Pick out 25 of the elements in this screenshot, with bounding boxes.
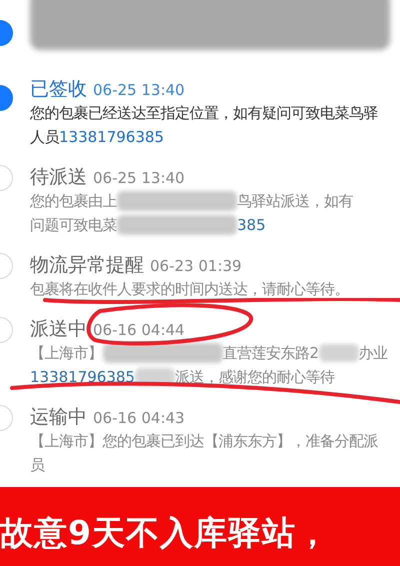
status-title: 已签收 — [30, 77, 87, 102]
event-detail: 您的包裹由上 — [30, 190, 117, 212]
event-detail: 【上海市】您的包裹已到达【浦东东方】，准备分配派 — [30, 430, 378, 452]
status-time: 06-16 04:43 — [93, 408, 185, 429]
status-time: 06-23 01:39 — [150, 256, 242, 277]
event-detail: 【上海市】 — [30, 342, 102, 364]
phone-link[interactable]: 13381796385 — [30, 366, 135, 388]
status-time: 06-16 04:44 — [93, 320, 185, 341]
event-detail: 鸟驿站派送，如有 — [237, 190, 353, 212]
redaction-smudge — [318, 344, 359, 362]
status-time: 06-25 13:40 — [93, 168, 185, 189]
status-title: 运输中 — [30, 405, 87, 430]
status-title: 待派送 — [30, 165, 87, 190]
status-title: 物流异常提醒 — [30, 253, 144, 278]
phone-link[interactable]: 13381796385 — [59, 126, 164, 148]
event-detail: 人员 — [30, 126, 59, 148]
event-detail: 办业 — [358, 342, 388, 364]
event-detail: 包裹将在收件人要求的时间内送达，请耐心等待。 — [30, 278, 349, 300]
phone-link[interactable]: 385 — [237, 214, 266, 236]
event-detail: 直营莲安东路2 — [222, 342, 319, 364]
status-time: 06-25 13:40 — [93, 80, 185, 101]
status-title: 派送中 — [30, 317, 87, 342]
event-detail: 问题可致电菜 — [30, 214, 117, 236]
event-detail: 您的包裹已经送达至指定位置，如有疑问可致电菜鸟驿 — [30, 102, 378, 124]
event-detail: 员 — [30, 454, 44, 476]
